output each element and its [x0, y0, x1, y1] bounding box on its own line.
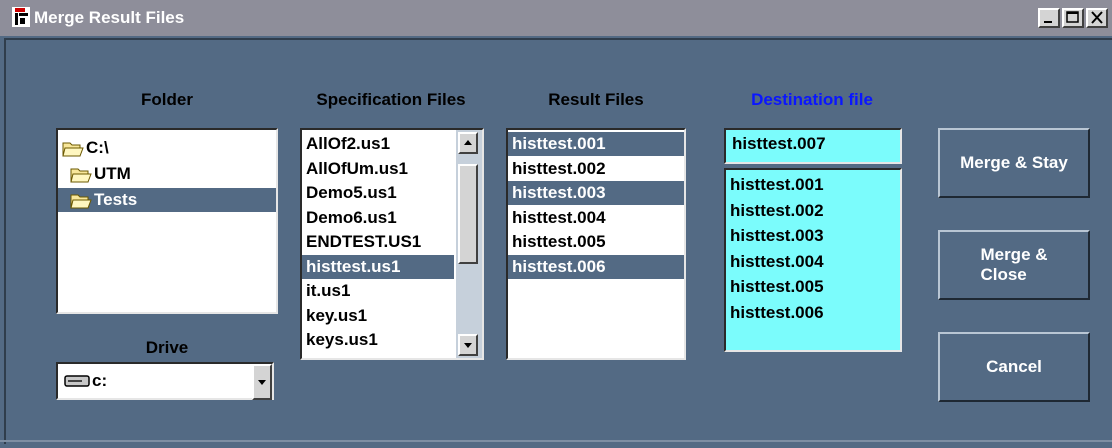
spec-files-scrollbar[interactable] — [456, 130, 482, 358]
destination-file-item[interactable]: histtest.006 — [730, 300, 824, 326]
title-bar[interactable]: Merge Result Files — [0, 0, 1112, 36]
destination-file-input[interactable]: histtest.007 — [724, 128, 902, 164]
spec-files-list[interactable]: AllOf2.us1 AllOfUm.us1 Demo5.us1 Demo6.us1 E… — [300, 128, 484, 360]
spec-file-item[interactable]: keys.us1 — [302, 328, 454, 352]
scroll-up-button[interactable] — [458, 132, 478, 154]
merge-stay-button[interactable]: Merge & Stay — [938, 128, 1090, 198]
chevron-down-icon — [464, 343, 472, 348]
destination-file-item[interactable]: histtest.002 — [730, 198, 824, 224]
maximize-button[interactable] — [1062, 8, 1084, 28]
spec-file-item[interactable]: histtest.us1 — [302, 254, 454, 279]
drive-icon — [64, 375, 90, 387]
app-icon — [12, 7, 30, 27]
folder-label: Folder — [141, 90, 193, 109]
status-divider — [0, 440, 1112, 442]
destination-file-label: Destination file — [751, 90, 873, 109]
result-file-item[interactable]: histtest.003 — [508, 181, 684, 205]
merge-close-button[interactable]: Merge & Close — [938, 230, 1090, 300]
open-folder-icon — [62, 142, 84, 157]
drive-value: c: — [92, 371, 108, 390]
spec-file-item[interactable]: Demo6.us1 — [302, 206, 454, 230]
spec-file-item[interactable]: AllOfUm.us1 — [302, 157, 454, 181]
folder-item-tests[interactable]: Tests — [58, 188, 276, 212]
spec-file-item[interactable]: ENDTEST.US1 — [302, 230, 454, 254]
merge-close-label-line1: Merge & — [980, 245, 1048, 264]
result-files-label: Result Files — [548, 90, 644, 109]
minimize-icon — [1044, 21, 1052, 23]
folder-label-text: Tests — [94, 190, 138, 209]
merge-close-label: Merge & Close — [980, 245, 1047, 285]
drive-dropdown-button[interactable] — [252, 364, 272, 400]
spec-file-item[interactable]: AllOf2.us1 — [302, 132, 454, 156]
folder-item-c-root[interactable]: C:\ — [62, 136, 109, 160]
close-button[interactable] — [1086, 8, 1108, 28]
scroll-down-button[interactable] — [458, 334, 478, 356]
cancel-label: Cancel — [986, 357, 1042, 376]
result-file-item[interactable]: histtest.004 — [508, 206, 684, 230]
scroll-thumb[interactable] — [458, 164, 478, 264]
spec-files-label: Specification Files — [316, 90, 466, 109]
minimize-button[interactable] — [1038, 8, 1060, 28]
destination-file-item[interactable]: histtest.004 — [730, 249, 824, 275]
spec-file-item[interactable]: it.us1 — [302, 279, 454, 303]
destination-file-item[interactable]: histtest.001 — [730, 172, 824, 198]
result-file-item[interactable]: histtest.001 — [508, 132, 684, 156]
result-file-item[interactable]: histtest.005 — [508, 230, 684, 254]
window-title: Merge Result Files — [34, 8, 185, 27]
merge-close-label-line2: Close — [980, 265, 1027, 284]
result-file-item[interactable]: histtest.006 — [508, 254, 684, 279]
chevron-up-icon — [464, 140, 472, 145]
merge-result-files-window: Merge Result Files Folder Specification … — [0, 0, 1112, 448]
maximize-icon — [1066, 11, 1079, 23]
drive-label: Drive — [145, 338, 189, 357]
result-file-item[interactable]: histtest.002 — [508, 157, 684, 181]
open-folder-icon — [70, 168, 92, 183]
destination-file-item[interactable]: histtest.003 — [730, 223, 824, 249]
merge-stay-label: Merge & Stay — [960, 153, 1068, 172]
chevron-down-icon — [258, 380, 266, 385]
spec-file-item[interactable]: key.us1 — [302, 304, 454, 328]
cancel-button[interactable]: Cancel — [938, 332, 1090, 402]
destination-file-item[interactable]: histtest.005 — [730, 274, 824, 300]
close-icon — [1091, 11, 1103, 24]
folder-item-utm[interactable]: UTM — [70, 162, 131, 186]
open-folder-icon — [70, 194, 92, 209]
folder-label-text: C:\ — [86, 138, 109, 157]
window-controls — [1038, 8, 1112, 30]
drive-select[interactable]: c: — [56, 362, 274, 400]
spec-file-item[interactable]: Demo5.us1 — [302, 181, 454, 205]
destination-files-list[interactable]: histtest.001 histtest.002 histtest.003 hist… — [724, 168, 902, 352]
folder-tree[interactable]: C:\ UTM Tests — [56, 128, 278, 314]
result-files-list[interactable]: histtest.001 histtest.002 histtest.003 hist… — [506, 128, 686, 360]
folder-label-text: UTM — [94, 164, 131, 183]
